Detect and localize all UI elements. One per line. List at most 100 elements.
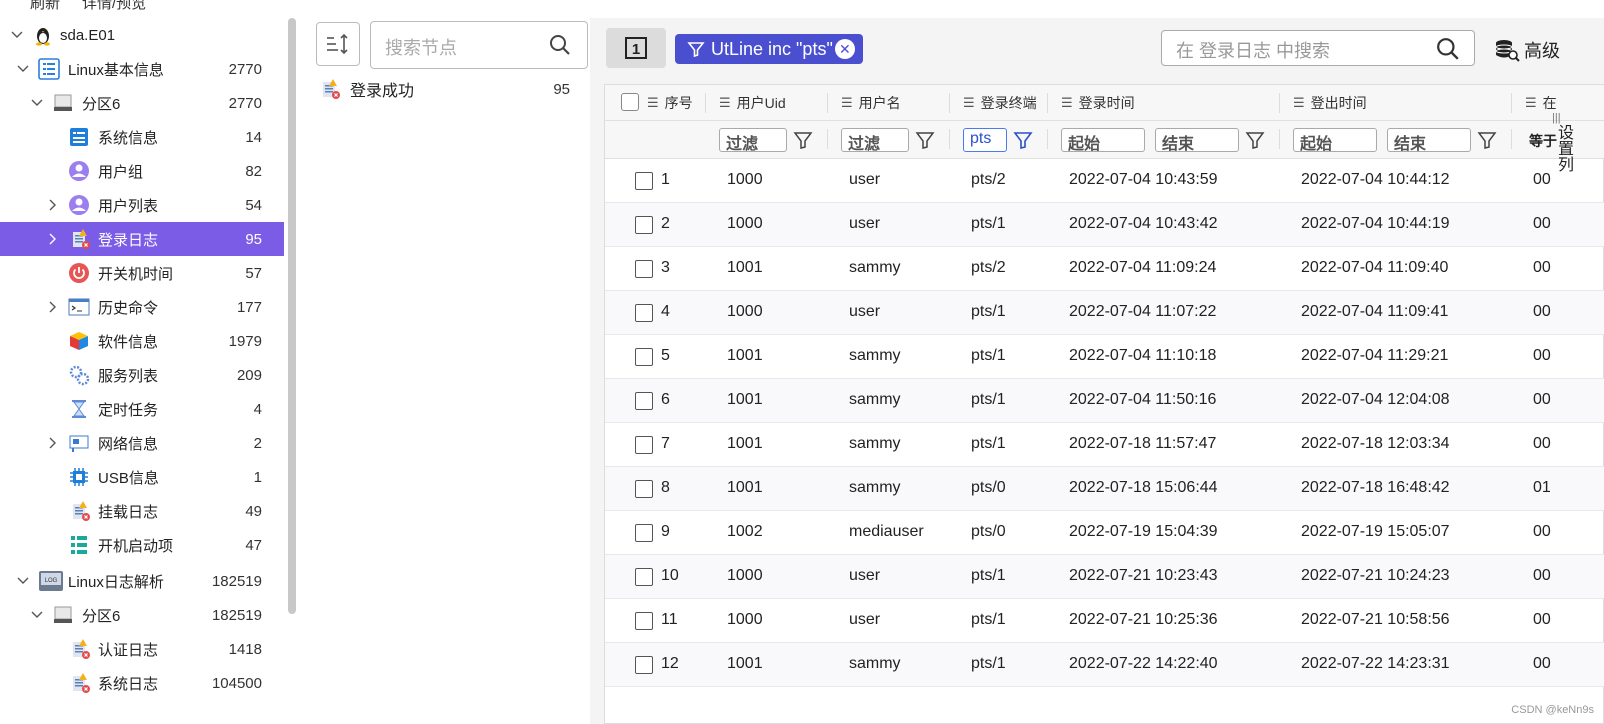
table-row[interactable]: 3 1001 sammy pts/2 2022-07-04 11:09:24 2022-0… <box>605 247 1604 291</box>
chevron-down-icon[interactable] <box>30 608 44 622</box>
login-end-input[interactable]: 结束 <box>1155 128 1239 153</box>
chevron-right-icon[interactable] <box>46 300 60 314</box>
chevron-down-icon[interactable] <box>16 574 30 588</box>
column-separator[interactable] <box>705 93 706 113</box>
row-checkbox[interactable] <box>635 348 653 366</box>
row-checkbox[interactable] <box>635 436 653 454</box>
table-row[interactable]: 7 1001 sammy pts/1 2022-07-18 11:57:47 2022-0… <box>605 423 1604 467</box>
sort-button[interactable] <box>316 22 360 66</box>
table-row[interactable]: 11 1000 user pts/1 2022-07-21 10:25:36 2022-0… <box>605 599 1604 643</box>
row-checkbox[interactable] <box>635 568 653 586</box>
tree-node-system-info[interactable]: 系统信息 14 <box>0 120 290 154</box>
chevron-right-icon[interactable] <box>46 198 60 212</box>
table-row[interactable]: 6 1001 sammy pts/1 2022-07-04 11:50:16 2022-0… <box>605 379 1604 423</box>
details-menu[interactable]: 详情/预览 <box>82 0 146 12</box>
row-checkbox[interactable] <box>635 656 653 674</box>
column-separator[interactable] <box>827 93 828 113</box>
column-header-index[interactable]: ☰ 序号 <box>647 85 693 121</box>
tree-node-software-info[interactable]: 软件信息 1979 <box>0 324 290 358</box>
table-row[interactable]: 4 1000 user pts/1 2022-07-04 11:07:22 2022-07… <box>605 291 1604 335</box>
username-filter-input[interactable]: 过滤 <box>841 128 909 153</box>
column-menu-icon[interactable]: ☰ <box>963 95 975 111</box>
node-search-input[interactable]: 搜索节点 <box>370 21 588 69</box>
row-checkbox[interactable] <box>635 480 653 498</box>
table-row[interactable]: 1 1000 user pts/2 2022-07-04 10:43:59 2022-07… <box>605 159 1604 203</box>
filter-icon[interactable] <box>1245 130 1265 150</box>
column-header-logout-time[interactable]: ☰ 登出时间 <box>1293 85 1367 121</box>
filter-icon[interactable] <box>1477 130 1497 150</box>
chevron-down-icon[interactable] <box>10 28 24 42</box>
tree-node-history-command[interactable]: 历史命令 177 <box>0 290 290 324</box>
table-row[interactable]: 8 1001 sammy pts/0 2022-07-18 15:06:44 2022-0… <box>605 467 1604 511</box>
search-icon[interactable] <box>1436 37 1460 66</box>
tree-node-user-list[interactable]: 用户列表 54 <box>0 188 290 222</box>
column-menu-icon[interactable]: ☰ <box>647 95 659 111</box>
column-separator[interactable] <box>949 93 950 113</box>
table-row[interactable]: 12 1001 sammy pts/1 2022-07-22 14:22:40 2022-… <box>605 643 1604 687</box>
column-menu-icon[interactable]: ☰ <box>1525 95 1537 111</box>
column-menu-icon[interactable]: ☰ <box>1293 95 1305 111</box>
table-row[interactable]: 10 1000 user pts/1 2022-07-21 10:23:43 2022-0… <box>605 555 1604 599</box>
terminal-filter-input[interactable]: pts <box>963 128 1007 152</box>
chevron-right-icon[interactable] <box>46 436 60 450</box>
logout-start-input[interactable]: 起始 <box>1293 128 1377 153</box>
drag-handle-icon[interactable]: ||| <box>1552 112 1572 124</box>
tree-node-system-log[interactable]: 系统日志 104500 <box>0 666 290 700</box>
row-checkbox[interactable] <box>635 524 653 542</box>
table-search-input[interactable]: 在 登录日志 中搜索 <box>1161 30 1475 66</box>
row-checkbox[interactable] <box>635 260 653 278</box>
filter-active-icon[interactable] <box>1013 130 1033 150</box>
table-row[interactable]: 2 1000 user pts/1 2022-07-04 10:43:42 2022-07… <box>605 203 1604 247</box>
logout-end-input[interactable]: 结束 <box>1387 128 1471 153</box>
row-checkbox[interactable] <box>635 216 653 234</box>
column-separator[interactable] <box>1047 93 1048 113</box>
column-header-login-time[interactable]: ☰ 登录时间 <box>1061 85 1135 121</box>
chevron-right-icon[interactable] <box>46 232 60 246</box>
tree-node-network-info[interactable]: 网络信息 2 <box>0 426 290 460</box>
filter-icon[interactable] <box>915 130 935 150</box>
active-filter-chip[interactable]: UtLine inc "pts" ✕ <box>675 34 863 64</box>
row-checkbox[interactable] <box>635 612 653 630</box>
tree-node-mount-log[interactable]: 挂载日志 49 <box>0 494 290 528</box>
row-checkbox[interactable] <box>635 304 653 322</box>
column-menu-icon[interactable]: ☰ <box>841 95 853 111</box>
login-success-item[interactable]: 登录成功 95 <box>320 76 580 102</box>
tree-node-startup-item[interactable]: 开机启动项 47 <box>0 528 290 562</box>
tree-node-root[interactable]: sda.E01 <box>0 18 290 52</box>
table-row[interactable]: 5 1001 sammy pts/1 2022-07-04 11:10:18 2022-0… <box>605 335 1604 379</box>
column-separator[interactable] <box>1511 93 1512 113</box>
tree-node-usb-info[interactable]: USB信息 1 <box>0 460 290 494</box>
column-header-uid[interactable]: ☰ 用户Uid <box>719 85 786 121</box>
column-menu-icon[interactable]: ☰ <box>719 95 731 111</box>
column-settings-tab[interactable]: ||| 设置列 <box>1552 112 1572 179</box>
tree-node-user-group[interactable]: 用户组 82 <box>0 154 290 188</box>
table-row[interactable]: 9 1002 mediauser pts/0 2022-07-19 15:04:39 20… <box>605 511 1604 555</box>
view-toggle-button[interactable]: 1 <box>606 28 666 68</box>
tree-node-login-log[interactable]: 登录日志 95 <box>0 222 284 256</box>
select-all-checkbox[interactable] <box>621 93 639 111</box>
uid-filter-input[interactable]: 过滤 <box>719 128 787 153</box>
tree-node-linux-basic[interactable]: Linux基本信息 2770 <box>0 52 290 86</box>
column-separator[interactable] <box>1279 93 1280 113</box>
tree-node-service-list[interactable]: 服务列表 209 <box>0 358 290 392</box>
chevron-down-icon[interactable] <box>16 62 30 76</box>
row-checkbox[interactable] <box>635 392 653 410</box>
tree-node-linux-log-parse[interactable]: LOG Linux日志解析 182519 <box>0 564 290 598</box>
remove-filter-icon[interactable]: ✕ <box>834 39 855 59</box>
column-header-terminal[interactable]: ☰ 登录终端 <box>963 85 1037 121</box>
tree-node-auth-log[interactable]: 认证日志 1418 <box>0 632 290 666</box>
row-checkbox[interactable] <box>635 172 653 190</box>
tree-node-partition-2[interactable]: 分区6 182519 <box>0 598 290 632</box>
filter-icon[interactable] <box>793 130 813 150</box>
login-start-input[interactable]: 起始 <box>1061 128 1145 153</box>
search-icon[interactable] <box>549 34 571 61</box>
refresh-menu[interactable]: 刷新 <box>30 0 60 12</box>
tree-node-power-time[interactable]: 开关机时间 57 <box>0 256 290 290</box>
column-header-username[interactable]: ☰ 用户名 <box>841 85 901 121</box>
tree-node-scheduled-task[interactable]: 定时任务 4 <box>0 392 290 426</box>
tree-scrollbar[interactable] <box>288 18 296 614</box>
tree-node-partition[interactable]: 分区6 2770 <box>0 86 290 120</box>
column-menu-icon[interactable]: ☰ <box>1061 95 1073 111</box>
chevron-down-icon[interactable] <box>30 96 44 110</box>
advanced-search-button[interactable]: 高级 <box>1494 36 1560 64</box>
